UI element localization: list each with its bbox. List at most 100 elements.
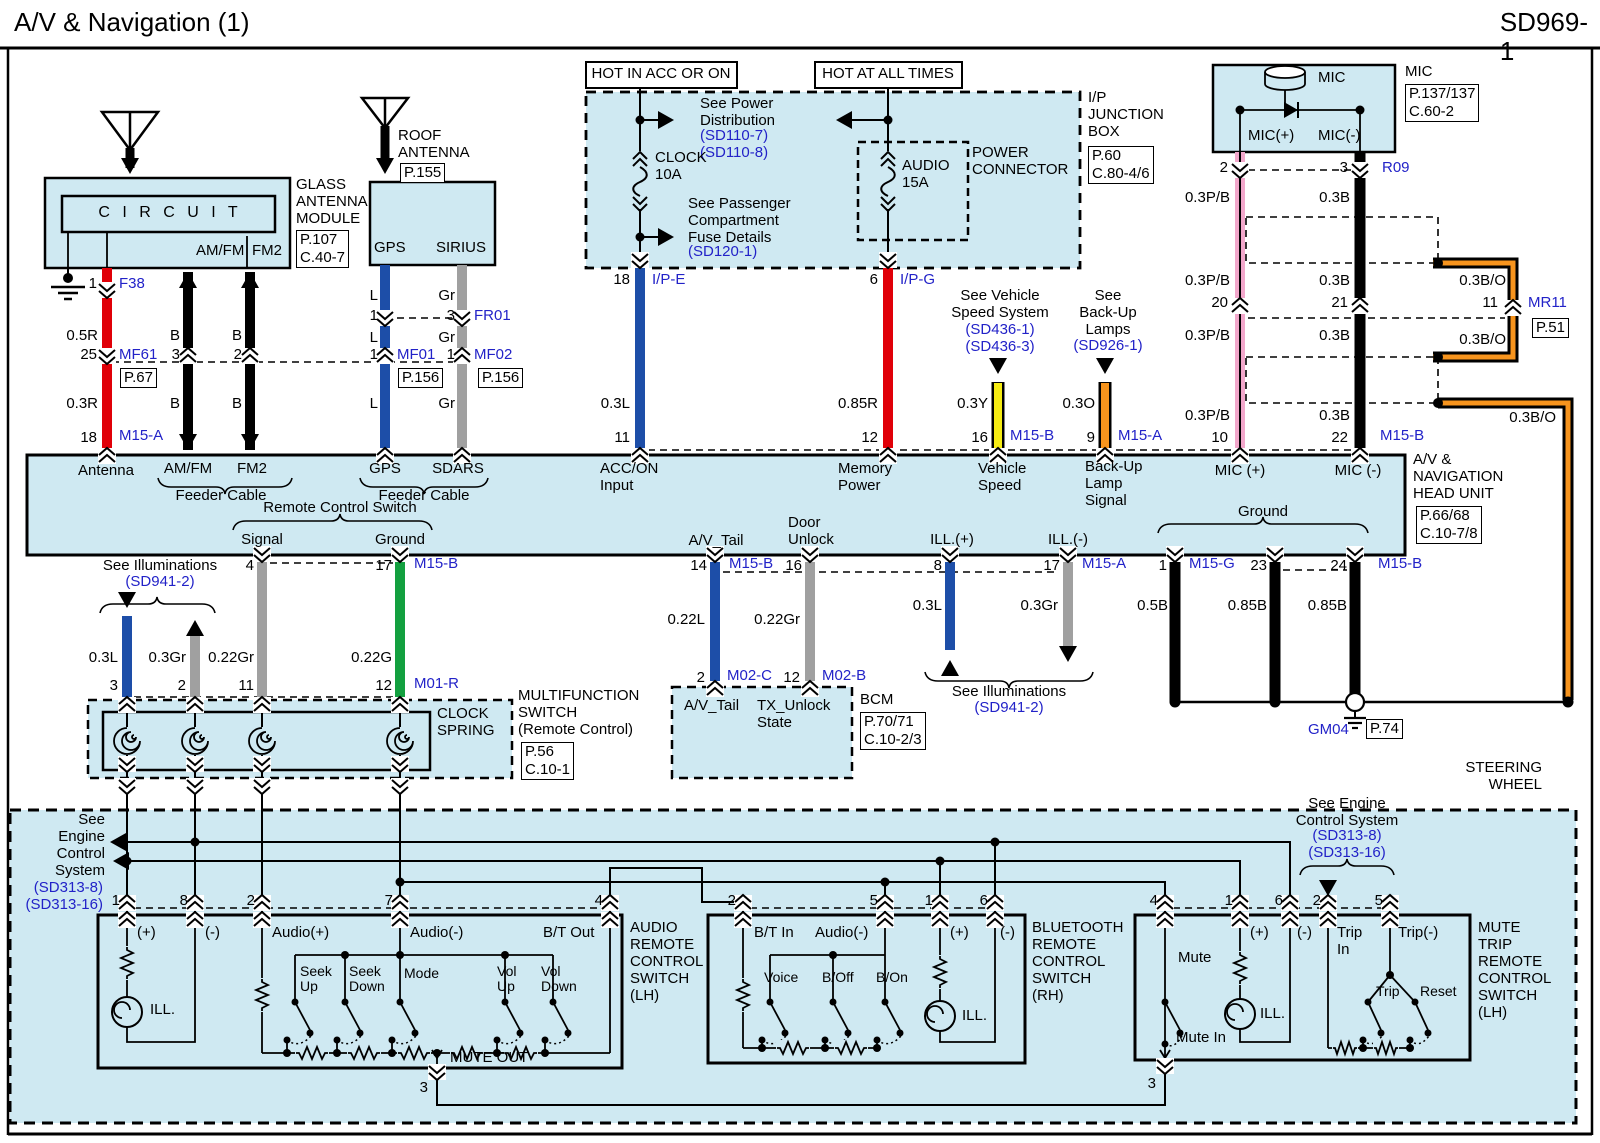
audio-plus-label: Audio(+)	[272, 925, 329, 942]
wire-color: B	[232, 396, 242, 413]
hu-ground-small: Ground	[375, 532, 425, 549]
see-power-distribution: See Power Distribution	[700, 96, 775, 130]
page-title: A/V & Navigation (1)	[14, 8, 250, 37]
pin-number: 2	[697, 670, 705, 687]
pin-number: 1	[370, 347, 378, 364]
circuit-label: C I R C U I T	[98, 204, 241, 222]
hu-vehicle-speed: Vehicle Speed	[978, 461, 1026, 495]
hu-ground-big: Ground	[1238, 504, 1288, 521]
ip-junction-ref: P.60 C.80-4/6	[1088, 146, 1154, 184]
pin-number: 1	[925, 893, 933, 910]
wire-size: 0.3Y	[957, 396, 988, 413]
voice-label: Voice	[764, 970, 798, 985]
connector-id: FR01	[474, 308, 511, 325]
pin-number: 1	[112, 893, 120, 910]
connector-id: M15-A	[1118, 428, 1162, 445]
seek-down-label: Seek Down	[349, 964, 385, 995]
remote-control-switch: Remote Control Switch	[263, 500, 416, 517]
connector-id: M02-B	[822, 668, 866, 685]
mute-in-label: Mute In	[1176, 1030, 1226, 1047]
plus-label: (+)	[137, 925, 156, 942]
hu-door-unlock: Door Unlock	[788, 515, 834, 549]
hu-backup-lamp: Back-Up Lamp Signal	[1085, 459, 1143, 510]
wire-size: 0.3B/O	[1459, 332, 1506, 349]
roof-antenna-ref: P.155	[400, 163, 445, 183]
ref-box: P.156	[478, 368, 523, 388]
wire-size: 0.85B	[1308, 598, 1347, 615]
wire-color: Gr	[438, 396, 455, 413]
glass-antenna-label: GLASS ANTENNA MODULE	[296, 177, 368, 228]
wire-size: 0.3B	[1319, 328, 1350, 345]
pin-number: 3	[420, 1080, 428, 1097]
ref-sd313-left: (SD313-8) (SD313-16)	[25, 880, 103, 914]
pin-number: 16	[971, 430, 988, 447]
feeder-cable-1: Feeder Cable	[176, 488, 267, 505]
wire-size: 0.3Gr	[148, 650, 186, 667]
audio-minus-label: Audio(-)	[815, 925, 868, 942]
pin-number: 1	[89, 276, 97, 293]
clock-fuse-label: CLOCK 10A	[655, 150, 707, 184]
clock-spring-label: CLOCK SPRING	[437, 706, 495, 740]
boff-label: B/Off	[822, 970, 854, 985]
pin-number: 8	[180, 893, 188, 910]
connector-id: M15-B	[729, 556, 773, 573]
mute-switch-name: MUTE TRIP REMOTE CONTROL SWITCH (LH)	[1478, 920, 1551, 1022]
bcm-label: BCM	[860, 692, 893, 709]
hu-signal: Signal	[241, 532, 283, 549]
ill-label: ILL.	[150, 1002, 175, 1019]
hu-accon: ACC/ON Input	[600, 461, 658, 495]
ill-label: ILL.	[1260, 1006, 1285, 1023]
mode-label: Mode	[404, 966, 439, 981]
wire-color: B	[170, 328, 180, 345]
pin-number: 3	[172, 347, 180, 364]
connector-id: MF61	[119, 347, 157, 364]
pin-number: 11	[1482, 295, 1498, 312]
ref-box: P.156	[398, 368, 443, 388]
pin-number: 4	[1150, 893, 1158, 910]
steering-wheel-label: STEERING WHEEL	[1465, 760, 1542, 794]
pin-number: 2	[247, 893, 255, 910]
wire-size: 0.3B/O	[1459, 273, 1506, 290]
pin-number: 25	[80, 347, 97, 364]
wire-size: 0.3Gr	[1020, 598, 1058, 615]
hu-ill-plus: ILL.(+)	[930, 532, 974, 549]
bcm-txunlock: TX_Unlock State	[757, 698, 830, 732]
mic-minus-label: MIC(-)	[1318, 128, 1360, 145]
wire-size: 0.85R	[838, 396, 878, 413]
head-unit-name: A/V & NAVIGATION HEAD UNIT	[1413, 452, 1503, 503]
pin-number: 2	[1313, 893, 1321, 910]
pin-number: 21	[1331, 295, 1348, 312]
audio-fuse-label: AUDIO 15A	[902, 158, 950, 192]
hu-fm2: FM2	[237, 461, 267, 478]
connector-id: F38	[119, 276, 145, 293]
wire-size: 0.3L	[89, 650, 118, 667]
wire-size: 0.3P/B	[1185, 328, 1230, 345]
pin-number: 2	[178, 678, 186, 695]
multifunction-ref: P.56 C.10-1	[521, 742, 574, 780]
wire-size: 0.3O	[1062, 396, 1095, 413]
wire-size: 0.3P/B	[1185, 408, 1230, 425]
pin-number: 18	[80, 430, 97, 447]
hu-antenna: Antenna	[78, 463, 134, 480]
pin-number: 6	[870, 272, 878, 289]
minus-label: (-)	[1297, 925, 1312, 942]
pin-number: 20	[1211, 295, 1228, 312]
connector-id: MF01	[397, 347, 435, 364]
mute-out-label: MUTE OUT	[450, 1050, 528, 1067]
hot-in-acc-label: HOT IN ACC OR ON	[592, 66, 731, 83]
wire-color: L	[370, 288, 378, 305]
sirius-terminal-label: SIRIUS	[436, 240, 486, 257]
wire-size: 0.3L	[601, 396, 630, 413]
pin-number: 18	[613, 272, 630, 289]
ref-sd941: (SD941-2)	[974, 700, 1043, 717]
pin-number: 7	[385, 893, 393, 910]
wire-size: 0.22Gr	[208, 650, 254, 667]
amfm-terminal-label: AM/FM	[196, 243, 244, 260]
pin-number: 5	[1375, 893, 1383, 910]
plus-label: (+)	[1250, 925, 1269, 942]
pin-number: 17	[1043, 558, 1060, 575]
wire-size: 0.85B	[1228, 598, 1267, 615]
bt-switch-name: BLUETOOTH REMOTE CONTROL SWITCH (RH)	[1032, 920, 1123, 1005]
plus-label: (+)	[950, 925, 969, 942]
wire-size: 0.3B	[1319, 190, 1350, 207]
